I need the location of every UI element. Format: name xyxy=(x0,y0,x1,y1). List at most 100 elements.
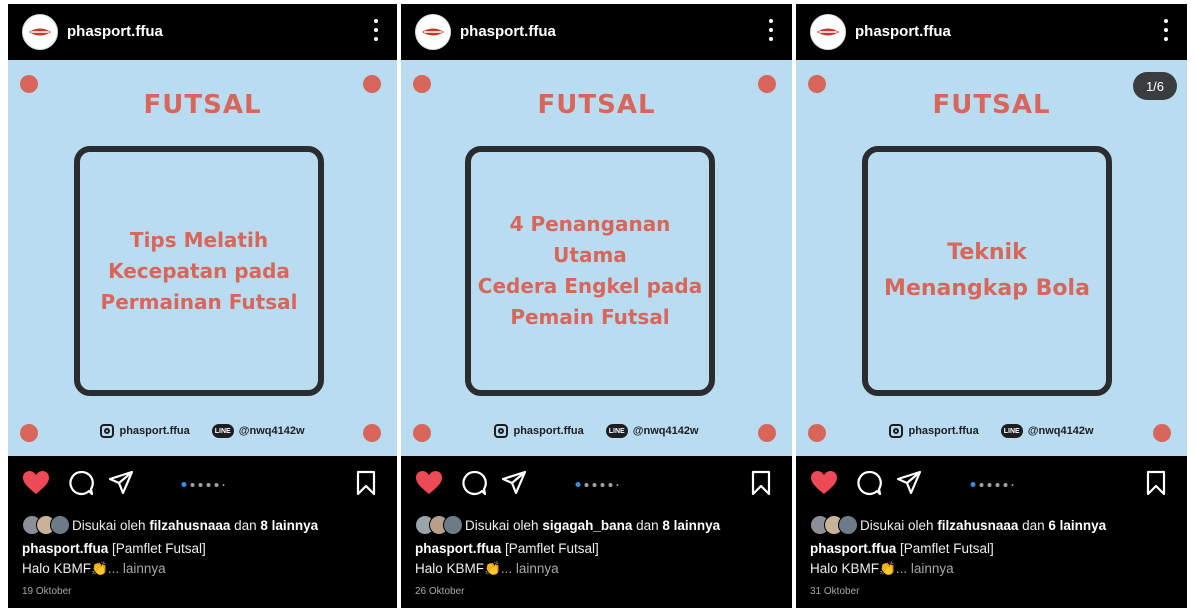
liker-avatars xyxy=(415,515,463,535)
instagram-icon xyxy=(889,424,904,438)
heart-icon[interactable] xyxy=(810,470,838,496)
more-options-icon[interactable] xyxy=(768,19,774,41)
liked-user[interactable]: filzahusnaaa xyxy=(149,518,230,533)
carousel-indicator xyxy=(181,482,224,487)
caption-line2: Halo KBMF👏... lainnya xyxy=(415,561,559,577)
line-icon: LINE xyxy=(1000,424,1023,438)
comment-icon[interactable] xyxy=(68,470,94,496)
username[interactable]: phasport.ffua xyxy=(460,23,556,40)
post-header: phasport.ffua xyxy=(8,4,397,60)
likes-row[interactable]: Disukai oleh sigagah_bana dan 8 lainnya xyxy=(415,515,720,535)
likes-row[interactable]: Disukai oleh filzahusnaaa dan 8 lainnya xyxy=(22,515,318,535)
comment-icon[interactable] xyxy=(461,470,487,496)
instagram-handle: phasport.ffua xyxy=(908,425,979,437)
instagram-handle: phasport.ffua xyxy=(513,425,584,437)
caption: phasport.ffua [Pamflet Futsal] xyxy=(22,541,206,556)
more-options-icon[interactable] xyxy=(373,19,379,41)
liker-avatars xyxy=(810,515,858,535)
action-bar xyxy=(796,466,1187,506)
caption-user[interactable]: phasport.ffua xyxy=(22,541,108,556)
carousel-indicator xyxy=(575,482,618,487)
social-footer: phasport.ffua LINE @nwq4142w xyxy=(796,424,1187,438)
post-image[interactable]: FUTSAL Tips Melatih Kecepatan pada Perma… xyxy=(8,60,397,456)
action-bar xyxy=(401,466,792,506)
more-link[interactable]: ... lainnya xyxy=(501,561,559,576)
line-handle: @nwq4142w xyxy=(1027,425,1094,437)
caption-user[interactable]: phasport.ffua xyxy=(415,541,501,556)
caption-text: [Pamflet Futsal] xyxy=(505,541,599,556)
action-bar xyxy=(8,466,397,506)
post-card-3: phasport.ffua 1/6 FUTSAL Teknik Menangka… xyxy=(796,4,1187,608)
likes-row[interactable]: Disukai oleh filzahusnaaa dan 6 lainnya xyxy=(810,515,1106,535)
line-icon: LINE xyxy=(605,424,628,438)
post-header: phasport.ffua xyxy=(796,4,1187,60)
bookmark-icon[interactable] xyxy=(1145,470,1167,496)
share-icon[interactable] xyxy=(501,470,527,496)
post-card-1: phasport.ffua FUTSAL Tips Melatih Kecepa… xyxy=(8,4,397,608)
content-frame: Teknik Menangkap Bola xyxy=(862,146,1112,396)
frame-text: Tips Melatih Kecepatan pada Permainan Fu… xyxy=(100,227,298,314)
profile-avatar[interactable] xyxy=(810,14,846,50)
profile-avatar[interactable] xyxy=(22,14,58,50)
content-frame: Tips Melatih Kecepatan pada Permainan Fu… xyxy=(74,146,324,396)
username[interactable]: phasport.ffua xyxy=(67,23,163,40)
screenshot-collage: phasport.ffua FUTSAL Tips Melatih Kecepa… xyxy=(0,0,1195,608)
post-image[interactable]: 1/6 FUTSAL Teknik Menangkap Bola phaspor… xyxy=(796,60,1187,456)
liked-others[interactable]: 8 lainnya xyxy=(260,518,318,533)
caption-greeting: Halo KBMF👏 xyxy=(415,561,501,576)
liked-user[interactable]: sigagah_bana xyxy=(542,518,632,533)
bookmark-icon[interactable] xyxy=(750,470,772,496)
caption-greeting: Halo KBMF👏 xyxy=(810,561,896,576)
post-date: 26 Oktober xyxy=(415,586,465,597)
username[interactable]: phasport.ffua xyxy=(855,23,951,40)
post-header: phasport.ffua xyxy=(401,4,792,60)
liked-others[interactable]: 8 lainnya xyxy=(662,518,720,533)
post-date: 31 Oktober xyxy=(810,586,860,597)
post-image[interactable]: FUTSAL 4 Penanganan Utama Cedera Engkel … xyxy=(401,60,792,456)
social-footer: phasport.ffua LINE @nwq4142w xyxy=(8,424,397,438)
instagram-icon xyxy=(100,424,115,438)
profile-avatar[interactable] xyxy=(415,14,451,50)
bookmark-icon[interactable] xyxy=(355,470,377,496)
post-title: FUTSAL xyxy=(932,90,1051,120)
likes-prefix: Disukai oleh xyxy=(72,517,146,533)
instagram-handle: phasport.ffua xyxy=(119,425,190,437)
more-link[interactable]: ... lainnya xyxy=(108,561,166,576)
post-card-2: phasport.ffua FUTSAL 4 Penanganan Utama … xyxy=(401,4,792,608)
liked-others[interactable]: 6 lainnya xyxy=(1048,518,1106,533)
content-frame: 4 Penanganan Utama Cedera Engkel pada Pe… xyxy=(465,146,715,396)
liked-user[interactable]: filzahusnaaa xyxy=(937,518,1018,533)
liker-avatars xyxy=(22,515,70,535)
carousel-indicator xyxy=(970,482,1013,487)
caption-text: [Pamflet Futsal] xyxy=(900,541,994,556)
frame-text: 4 Penanganan Utama Cedera Engkel pada Pe… xyxy=(477,212,703,329)
caption-line2: Halo KBMF👏... lainnya xyxy=(810,561,954,577)
line-icon: LINE xyxy=(211,424,234,438)
frame-text: Teknik Menangkap Bola xyxy=(884,240,1090,301)
likes-joiner: dan xyxy=(636,517,659,533)
likes-prefix: Disukai oleh xyxy=(860,517,934,533)
line-handle: @nwq4142w xyxy=(238,425,305,437)
heart-icon[interactable] xyxy=(22,470,50,496)
likes-joiner: dan xyxy=(1022,517,1045,533)
likes-prefix: Disukai oleh xyxy=(465,517,539,533)
heart-icon[interactable] xyxy=(415,470,443,496)
caption-greeting: Halo KBMF👏 xyxy=(22,561,108,576)
line-handle: @nwq4142w xyxy=(632,425,699,437)
caption-line2: Halo KBMF👏... lainnya xyxy=(22,561,166,577)
caption: phasport.ffua [Pamflet Futsal] xyxy=(810,541,994,556)
social-footer: phasport.ffua LINE @nwq4142w xyxy=(401,424,792,438)
post-date: 19 Oktober xyxy=(22,586,72,597)
caption-text: [Pamflet Futsal] xyxy=(112,541,206,556)
caption: phasport.ffua [Pamflet Futsal] xyxy=(415,541,599,556)
caption-user[interactable]: phasport.ffua xyxy=(810,541,896,556)
more-link[interactable]: ... lainnya xyxy=(896,561,954,576)
post-title: FUTSAL xyxy=(537,90,656,120)
comment-icon[interactable] xyxy=(856,470,882,496)
share-icon[interactable] xyxy=(896,470,922,496)
post-title: FUTSAL xyxy=(143,90,262,120)
likes-joiner: dan xyxy=(234,517,257,533)
share-icon[interactable] xyxy=(108,470,134,496)
more-options-icon[interactable] xyxy=(1163,19,1169,41)
instagram-icon xyxy=(494,424,509,438)
